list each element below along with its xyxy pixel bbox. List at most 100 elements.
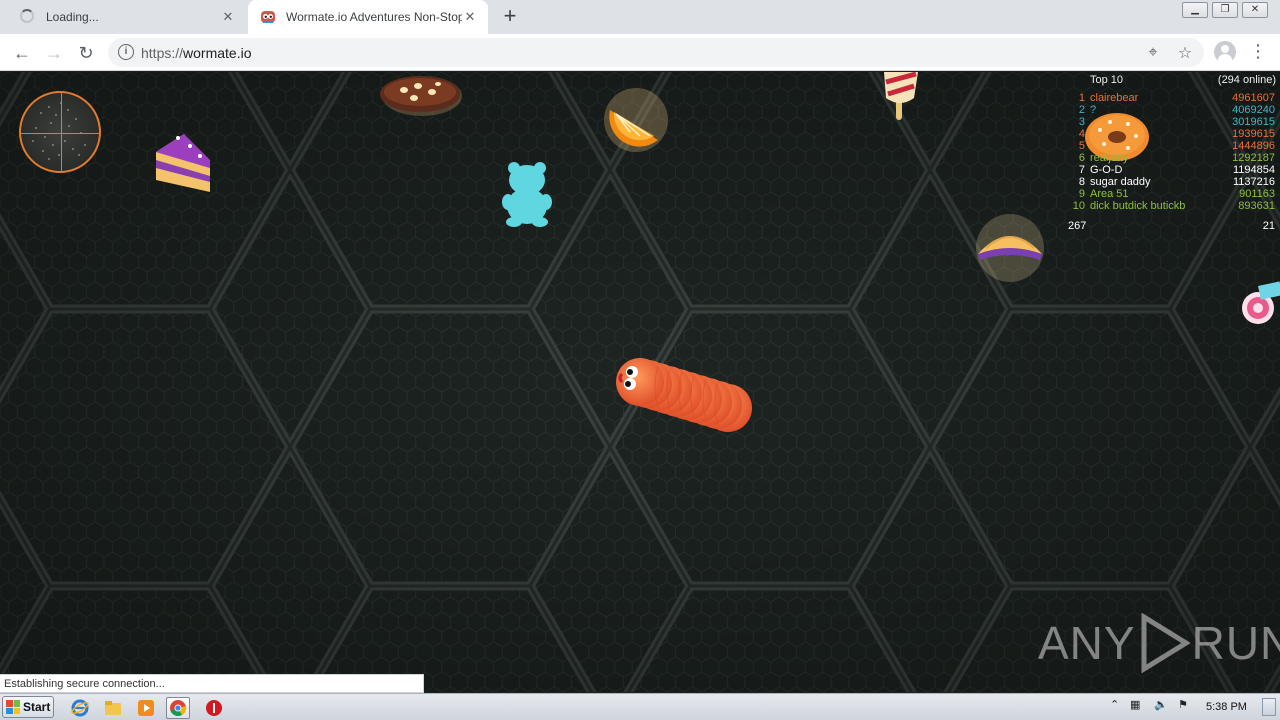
start-button[interactable]: Start — [2, 696, 54, 718]
status-bubble: Establishing secure connection... — [0, 674, 424, 693]
internet-explorer-icon[interactable] — [68, 697, 92, 719]
leaderboard-row: 4 1939615 — [1068, 128, 1278, 140]
minimize-icon[interactable]: ▁ — [1182, 2, 1208, 18]
action-center-flag-icon[interactable]: ⚑ — [1178, 698, 1188, 711]
profile-icon[interactable] — [1214, 41, 1236, 63]
loading-spinner-icon — [20, 9, 36, 25]
menu-icon[interactable]: ⋮ — [1248, 41, 1268, 63]
leaderboard-row: 3 3019615 — [1068, 116, 1278, 128]
info-icon[interactable]: i — [118, 44, 134, 60]
leaderboard-score: 893631 — [1238, 200, 1275, 212]
leaderboard-name: clairebear — [1090, 92, 1139, 104]
player-worm — [616, 358, 752, 432]
leaderboard-row: 10 dick butdick butickb 893631 — [1068, 200, 1278, 212]
windows-taskbar: Start ⌃ ▦ 🔈 ⚑ 5:38 PM — [0, 693, 1280, 720]
show-desktop-button[interactable] — [1262, 698, 1276, 716]
anyrun-watermark: ANY RUN — [1038, 608, 1280, 678]
wormate-favicon-icon — [260, 9, 276, 25]
leaderboard-score: 1137216 — [1232, 176, 1275, 188]
tab-loading[interactable]: Loading... ✕ — [8, 0, 246, 34]
leaderboard-score: 1444896 — [1232, 140, 1275, 152]
leaderboard-footer: 267 21 — [1068, 220, 1278, 232]
chrome-icon[interactable] — [166, 697, 190, 719]
game-canvas[interactable]: Top 10 (294 online) 1 clairebear 4961607 2?… — [0, 72, 1280, 692]
window-controls: ▁ ❐ ✕ — [1182, 2, 1268, 18]
close-window-icon[interactable]: ✕ — [1242, 2, 1268, 18]
leaderboard-rank: 8 — [1078, 176, 1085, 188]
leaderboard-rank: 7 — [1078, 164, 1085, 176]
leaderboard-name: sugar daddy — [1090, 176, 1151, 188]
folder-icon[interactable] — [101, 697, 125, 719]
leaderboard-rank: 9 — [1078, 188, 1085, 200]
leaderboard-rank: 6 — [1078, 152, 1085, 164]
url-protocol: https:// — [141, 45, 184, 61]
leaderboard-header: Top 10 (294 online) — [1068, 72, 1278, 92]
leaderboard: Top 10 (294 online) 1 clairebear 4961607 2?… — [1068, 72, 1278, 232]
leaderboard-row: 7 G-O-D 1194854 — [1068, 164, 1278, 176]
watermark-text: ANY RUN — [1038, 613, 1280, 673]
player-score: 21 — [1262, 220, 1275, 232]
leaderboard-rank: 10 — [1072, 200, 1085, 212]
minimap — [19, 91, 101, 173]
leaderboard-score: 901163 — [1239, 188, 1275, 200]
leaderboard-name: realjetty — [1090, 152, 1129, 164]
leaderboard-title: Top 10 — [1090, 74, 1124, 86]
leaderboard-name: dick butdick butickb — [1090, 200, 1186, 212]
antivirus-icon[interactable] — [202, 697, 226, 719]
tab-strip: Loading... ✕ Wormate.io Adventures Non-S… — [0, 0, 1280, 34]
clock[interactable]: 5:38 PM — [1206, 701, 1247, 713]
player-rank: 267 — [1068, 220, 1087, 232]
new-tab-button[interactable]: + — [498, 5, 522, 29]
leaderboard-name — [1088, 128, 1218, 140]
candy-roll-food-icon — [1242, 281, 1280, 324]
leaderboard-score: 4069240 — [1232, 104, 1275, 116]
orange-slice-food-icon — [604, 88, 668, 152]
volume-icon[interactable]: 🔈 — [1154, 698, 1168, 711]
restore-icon[interactable]: ❐ — [1212, 2, 1238, 18]
popsicle-food-icon — [884, 72, 918, 120]
leaderboard-name: G-O-D — [1090, 164, 1123, 176]
show-hidden-icons[interactable]: ⌃ — [1110, 698, 1119, 711]
back-icon[interactable]: ← — [9, 40, 35, 66]
forward-icon[interactable]: → — [41, 40, 67, 66]
tab-title: Loading... — [46, 10, 99, 24]
leaderboard-row: 2? 4069240 — [1068, 104, 1278, 116]
url-host: wormate.io — [183, 45, 252, 61]
reload-icon[interactable]: ↻ — [73, 40, 99, 66]
leaderboard-name: Area 51 — [1090, 188, 1129, 200]
leaderboard-row: 9 Area 51 901163 — [1068, 188, 1278, 200]
leaderboard-name: ? — [1090, 104, 1097, 116]
url-text[interactable]: https://wormate.io — [141, 45, 252, 61]
leaderboard-score: 1939615 — [1232, 128, 1275, 140]
leaderboard-row: 1 clairebear 4961607 — [1068, 92, 1278, 104]
browser-toolbar: ← → ↻ i https://wormate.io ⌖ ☆ ⋮ — [0, 34, 1280, 71]
play-logo-icon — [1141, 613, 1190, 673]
windows-flag-icon — [6, 700, 20, 714]
leaderboard-score: 1292187 — [1232, 152, 1275, 164]
leaderboard-score: 3019615 — [1232, 116, 1275, 128]
leaderboard-rows: 1 clairebear 4961607 2? 4069240 3 3019615 4 1939… — [1068, 92, 1278, 212]
star-icon[interactable]: ☆ — [1176, 44, 1194, 62]
address-bar[interactable]: i https://wormate.io ⌖ ☆ — [108, 38, 1204, 67]
start-label: Start — [23, 700, 51, 714]
online-count: (294 online) — [1217, 74, 1276, 86]
leaderboard-row: 8 sugar daddy 1137216 — [1068, 176, 1278, 188]
leaderboard-row: 5 1444896 — [1068, 140, 1278, 152]
pie-food-icon — [976, 214, 1044, 282]
location-icon[interactable]: ⌖ — [1144, 44, 1162, 62]
leaderboard-rank: 2 — [1078, 104, 1085, 116]
leaderboard-name — [1088, 116, 1218, 128]
close-icon[interactable]: ✕ — [220, 9, 236, 25]
leaderboard-row: 6 realjetty 1292187 — [1068, 152, 1278, 164]
leaderboard-score: 4961607 — [1232, 92, 1275, 104]
cookie-food-icon — [380, 76, 462, 116]
leaderboard-rank: 1 — [1078, 92, 1085, 104]
close-icon[interactable]: ✕ — [462, 9, 478, 25]
network-icon[interactable]: ▦ — [1130, 698, 1140, 711]
leaderboard-score: 1194854 — [1232, 164, 1275, 176]
leaderboard-rank: 5 — [1078, 140, 1085, 152]
leaderboard-name — [1088, 140, 1218, 152]
tab-wormate[interactable]: Wormate.io Adventures Non-Stop ✕ — [248, 0, 488, 34]
gummy-bear-food-icon — [502, 162, 552, 227]
media-player-icon[interactable] — [134, 697, 158, 719]
